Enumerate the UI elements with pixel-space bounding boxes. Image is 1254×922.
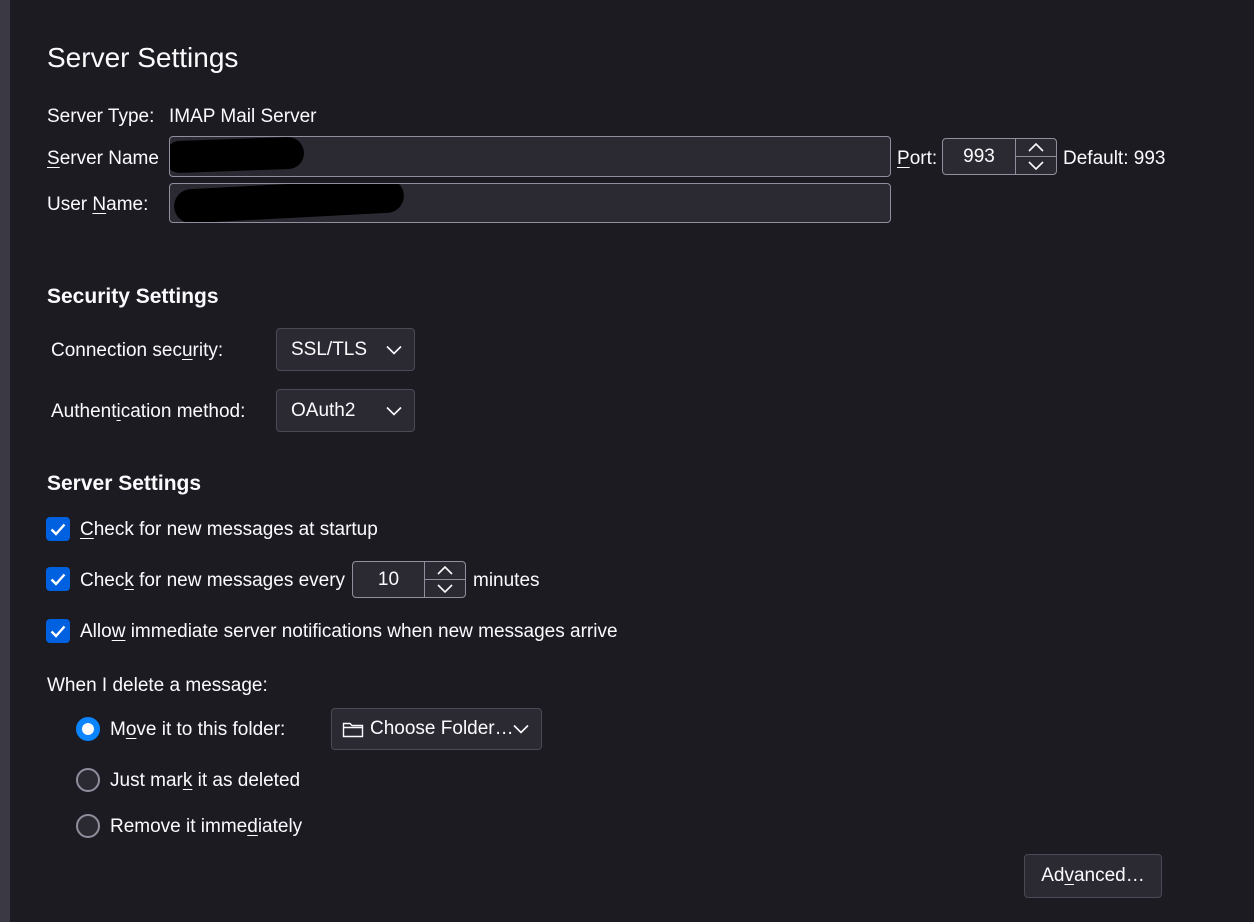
port-increment-button[interactable] bbox=[1016, 139, 1056, 156]
user-name-label: User Name: bbox=[47, 194, 149, 215]
interval-increment-button[interactable] bbox=[425, 562, 465, 579]
authentication-method-label: Authentication method: bbox=[51, 401, 246, 422]
server-type-value: IMAP Mail Server bbox=[169, 106, 317, 127]
connection-security-value: SSL/TLS bbox=[291, 338, 368, 360]
check-interval-value[interactable]: 10 bbox=[353, 562, 424, 597]
chevron-down-icon bbox=[386, 345, 402, 354]
remove-immediately-radio[interactable] bbox=[76, 814, 100, 838]
left-edge-strip bbox=[0, 0, 10, 922]
check-startup-checkbox[interactable] bbox=[46, 517, 70, 541]
chevron-up-icon bbox=[437, 566, 453, 575]
chevron-down-icon bbox=[1028, 161, 1044, 170]
choose-folder-select[interactable]: Choose Folder… bbox=[331, 708, 542, 750]
redaction-mark bbox=[170, 137, 305, 174]
allow-notifications-checkbox[interactable] bbox=[46, 619, 70, 643]
minutes-label: minutes bbox=[473, 570, 540, 591]
authentication-method-select[interactable]: OAuth2 bbox=[276, 389, 415, 432]
authentication-method-value: OAuth2 bbox=[291, 399, 356, 421]
port-label: Port: bbox=[897, 148, 938, 169]
move-to-folder-label[interactable]: Move it to this folder: bbox=[110, 719, 285, 741]
mark-deleted-radio[interactable] bbox=[76, 768, 100, 792]
folder-icon bbox=[342, 722, 364, 737]
chevron-up-icon bbox=[1028, 143, 1044, 152]
choose-folder-value: Choose Folder… bbox=[370, 718, 514, 739]
user-name-input[interactable] bbox=[169, 183, 891, 223]
server-name-label: Server Name bbox=[47, 148, 159, 169]
server-settings-heading: Server Settings bbox=[47, 472, 202, 495]
move-to-folder-radio[interactable] bbox=[76, 717, 100, 741]
delete-message-label: When I delete a message: bbox=[47, 675, 268, 696]
remove-immediately-label[interactable]: Remove it immediately bbox=[110, 816, 302, 838]
default-port-label: Default: 993 bbox=[1063, 148, 1166, 169]
port-stepper[interactable]: 993 bbox=[942, 138, 1057, 175]
checkmark-icon bbox=[50, 573, 66, 586]
interval-decrement-button[interactable] bbox=[425, 579, 465, 597]
check-every-label[interactable]: Check for new messages every bbox=[80, 570, 345, 592]
port-decrement-button[interactable] bbox=[1016, 156, 1056, 174]
chevron-down-icon bbox=[386, 406, 402, 415]
connection-security-label: Connection security: bbox=[51, 340, 224, 361]
security-settings-heading: Security Settings bbox=[47, 285, 219, 308]
advanced-button[interactable]: Ad v anced… bbox=[1024, 854, 1162, 898]
chevron-down-icon bbox=[437, 584, 453, 593]
mark-deleted-label[interactable]: Just mark it as deleted bbox=[110, 770, 300, 792]
page-title: Server Settings bbox=[47, 42, 239, 73]
allow-notifications-label[interactable]: Allow immediate server notifications whe… bbox=[80, 621, 618, 643]
connection-security-select[interactable]: SSL/TLS bbox=[276, 328, 415, 371]
port-value[interactable]: 993 bbox=[943, 139, 1015, 174]
check-startup-label[interactable]: Check for new messages at startup bbox=[80, 519, 378, 541]
check-every-checkbox[interactable] bbox=[46, 567, 70, 591]
server-type-label: Server Type: bbox=[47, 106, 155, 127]
check-interval-stepper[interactable]: 10 bbox=[352, 561, 466, 598]
chevron-down-icon bbox=[513, 724, 529, 734]
server-name-input[interactable] bbox=[169, 136, 891, 177]
checkmark-icon bbox=[50, 523, 66, 536]
redaction-mark bbox=[173, 184, 405, 222]
checkmark-icon bbox=[50, 625, 66, 638]
